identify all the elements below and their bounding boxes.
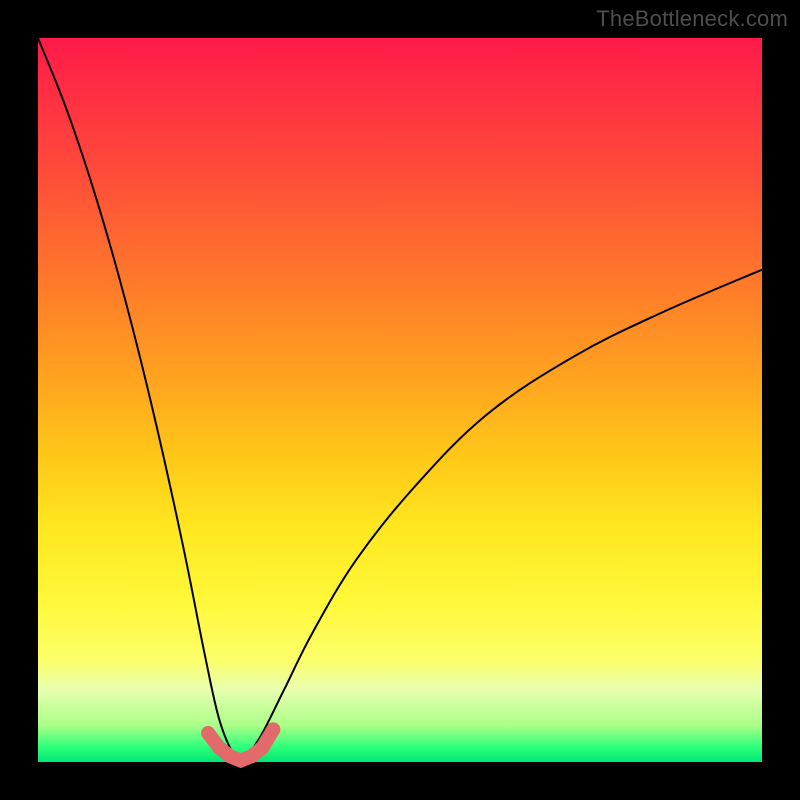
trough-dots-group	[201, 722, 280, 767]
chart-frame: TheBottleneck.com	[0, 0, 800, 800]
plot-area	[38, 38, 762, 762]
curve-svg	[38, 38, 762, 762]
trough-dot	[245, 749, 259, 763]
trough-dot	[266, 722, 280, 736]
trough-dot	[212, 741, 226, 755]
trough-dot	[201, 726, 215, 740]
watermark-text: TheBottleneck.com	[596, 6, 788, 32]
trough-dot	[255, 741, 269, 755]
bottleneck-curve	[38, 38, 762, 762]
